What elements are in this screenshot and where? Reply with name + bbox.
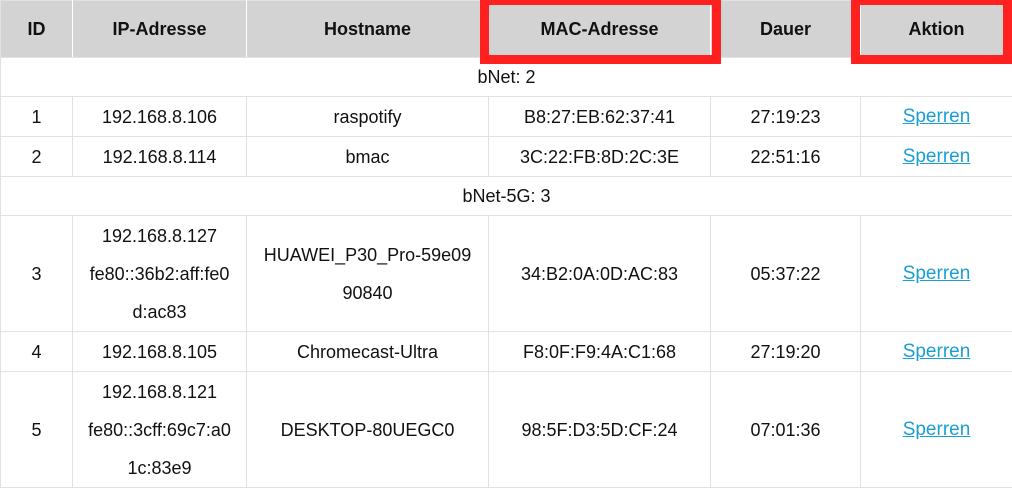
block-link[interactable]: Sperren	[903, 106, 971, 127]
ip-line: d:ac83	[73, 293, 246, 331]
cell-hostname: raspotify	[247, 97, 489, 137]
cell-hostname: HUAWEI_P30_Pro-59e09 90840	[247, 216, 489, 332]
column-header-duration: Dauer	[711, 1, 861, 58]
table-row: 5 192.168.8.121 fe80::3cff:69c7:a0 1c:83…	[1, 372, 1012, 488]
cell-hostname: DESKTOP-80UEGC0	[247, 372, 489, 488]
cell-mac: 3C:22:FB:8D:2C:3E	[489, 137, 711, 177]
ip-line: 1c:83e9	[73, 449, 246, 487]
group-label: bNet-5G: 3	[1, 177, 1012, 216]
cell-mac: F8:0F:F9:4A:C1:68	[489, 332, 711, 372]
cell-ip: 192.168.8.105	[73, 332, 247, 372]
block-link[interactable]: Sperren	[903, 146, 971, 167]
cell-mac: 34:B2:0A:0D:AC:83	[489, 216, 711, 332]
hostname-line: 90840	[247, 274, 488, 312]
ip-line: fe80::3cff:69c7:a0	[73, 411, 246, 449]
cell-duration: 22:51:16	[711, 137, 861, 177]
cell-id: 4	[1, 332, 73, 372]
ip-line: 192.168.8.121	[73, 373, 246, 411]
block-link[interactable]: Sperren	[903, 419, 971, 440]
cell-duration: 27:19:23	[711, 97, 861, 137]
cell-action: Sperren	[861, 332, 1012, 372]
column-header-action: Aktion	[861, 1, 1012, 58]
cell-mac: 98:5F:D3:5D:CF:24	[489, 372, 711, 488]
group-row-bnet-5g: bNet-5G: 3	[1, 177, 1012, 216]
cell-hostname: bmac	[247, 137, 489, 177]
group-row-bnet: bNet: 2	[1, 58, 1012, 97]
block-link[interactable]: Sperren	[903, 263, 971, 284]
cell-duration: 07:01:36	[711, 372, 861, 488]
cell-action: Sperren	[861, 372, 1012, 488]
cell-mac: B8:27:EB:62:37:41	[489, 97, 711, 137]
device-table: ID IP-Adresse Hostname MAC-Adresse Dauer…	[0, 0, 1012, 488]
cell-id: 3	[1, 216, 73, 332]
cell-id: 1	[1, 97, 73, 137]
table-row: 2 192.168.8.114 bmac 3C:22:FB:8D:2C:3E 2…	[1, 137, 1012, 177]
cell-action: Sperren	[861, 216, 1012, 332]
column-header-hostname: Hostname	[247, 1, 489, 58]
column-header-id: ID	[1, 1, 73, 58]
table-row: 1 192.168.8.106 raspotify B8:27:EB:62:37…	[1, 97, 1012, 137]
cell-hostname: Chromecast-Ultra	[247, 332, 489, 372]
table-row: 3 192.168.8.127 fe80::36b2:aff:fe0 d:ac8…	[1, 216, 1012, 332]
hostname-line: HUAWEI_P30_Pro-59e09	[247, 236, 488, 274]
table-header-row: ID IP-Adresse Hostname MAC-Adresse Dauer…	[1, 1, 1012, 58]
cell-id: 5	[1, 372, 73, 488]
ip-line: fe80::36b2:aff:fe0	[73, 255, 246, 293]
ip-line: 192.168.8.127	[73, 217, 246, 255]
cell-id: 2	[1, 137, 73, 177]
table-row: 4 192.168.8.105 Chromecast-Ultra F8:0F:F…	[1, 332, 1012, 372]
cell-duration: 05:37:22	[711, 216, 861, 332]
column-header-ip: IP-Adresse	[73, 1, 247, 58]
cell-ip: 192.168.8.127 fe80::36b2:aff:fe0 d:ac83	[73, 216, 247, 332]
cell-ip: 192.168.8.106	[73, 97, 247, 137]
cell-ip: 192.168.8.121 fe80::3cff:69c7:a0 1c:83e9	[73, 372, 247, 488]
cell-action: Sperren	[861, 137, 1012, 177]
cell-duration: 27:19:20	[711, 332, 861, 372]
column-header-mac: MAC-Adresse	[489, 1, 711, 58]
cell-ip: 192.168.8.114	[73, 137, 247, 177]
cell-action: Sperren	[861, 97, 1012, 137]
group-label: bNet: 2	[1, 58, 1012, 97]
block-link[interactable]: Sperren	[903, 341, 971, 362]
